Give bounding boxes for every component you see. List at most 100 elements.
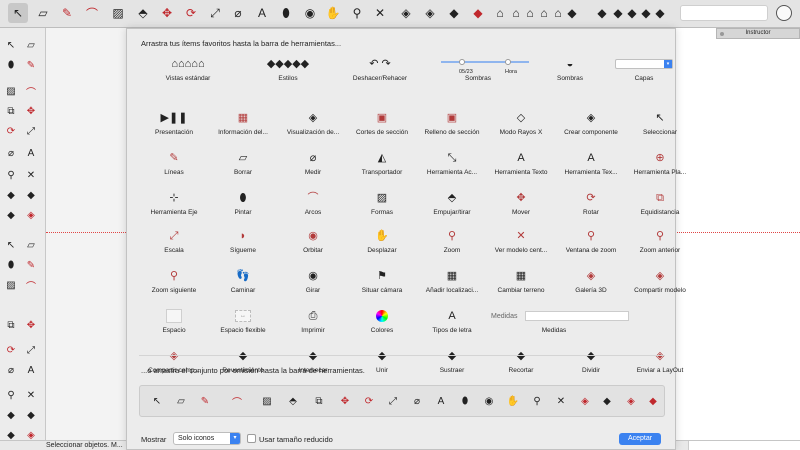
styles-icon[interactable]: ◆ — [562, 3, 582, 23]
palette-item[interactable]: ✎ Líneas — [139, 151, 209, 176]
move-icon[interactable]: ✥ — [24, 104, 38, 118]
rotate-icon[interactable]: ⟳ — [181, 3, 201, 23]
palette-item[interactable]: ⎙ Imprimir — [278, 309, 348, 334]
move-icon[interactable]: ✥ — [157, 3, 177, 23]
palette-item[interactable]: ◆ Recortar — [486, 349, 556, 374]
close-dot-icon[interactable] — [720, 32, 724, 36]
reduced-size-checkbox[interactable] — [247, 434, 256, 443]
zoom-extents-icon[interactable]: ✕ — [554, 394, 568, 408]
scale-icon[interactable]: ⤢ — [24, 124, 38, 138]
palette-item[interactable]: ⚲ Zoom — [417, 229, 487, 254]
tape-icon[interactable]: ⌀ — [228, 3, 248, 23]
palette-item[interactable]: ▣ Cortes de sección — [347, 111, 417, 136]
palette-item[interactable]: ◈ Galería 3D — [556, 269, 626, 294]
scale-icon[interactable]: ⤢ — [386, 394, 400, 408]
instructor-panel[interactable]: Instructor — [716, 28, 800, 39]
palette-item[interactable]: ◈ Enviar a LayOut — [625, 349, 695, 374]
measurements-box[interactable] — [688, 441, 800, 450]
palette-item[interactable]: ⌒ Arcos — [278, 191, 348, 216]
shape-icon[interactable]: ▨ — [108, 3, 128, 23]
look-around-icon[interactable]: ◆ — [24, 188, 38, 202]
show-mode-select[interactable]: Solo iconos ▾ — [173, 432, 241, 445]
walk-icon[interactable]: ◆ — [4, 188, 18, 202]
accept-button[interactable]: Aceptar — [619, 433, 661, 445]
offset-icon[interactable]: ⧉ — [4, 318, 18, 332]
zoom-extents-icon[interactable]: ✕ — [24, 388, 38, 402]
palette-item[interactable]: Medidas Medidas — [491, 309, 629, 334]
palette-item[interactable]: ◭ Transportador — [347, 151, 417, 176]
palette-item[interactable]: ⊹ Herramienta Eje — [139, 191, 209, 216]
ruby-icon[interactable]: ◆ — [468, 3, 488, 23]
hand-icon[interactable]: ✋ — [323, 3, 343, 23]
palette-item[interactable]: ⚑ Situar cámara — [347, 269, 417, 294]
top-search-field[interactable] — [680, 5, 768, 21]
palette-item[interactable]: ⚲ Ventana de zoom — [556, 229, 626, 254]
section-plane-icon[interactable]: ◆ — [4, 208, 18, 222]
palette-item[interactable]: ▣ Relleno de sección — [417, 111, 487, 136]
palette-item[interactable]: ⤢ Escala — [139, 229, 209, 254]
palette-item[interactable]: ⚲ Zoom anterior — [625, 229, 695, 254]
paint-icon[interactable]: ⬮ — [276, 3, 296, 23]
palette-item[interactable]: ▶❚❚ Presentación — [139, 111, 209, 136]
rotate-icon[interactable]: ⟳ — [362, 394, 376, 408]
move-icon[interactable]: ✥ — [338, 394, 352, 408]
palette-item[interactable]: ⤡ Herramienta Ac... — [417, 151, 487, 176]
palette-item[interactable]: ◉ Girar — [278, 269, 348, 294]
rotate-icon[interactable]: ⟳ — [4, 343, 18, 357]
scale-icon[interactable]: ⤢ — [24, 343, 38, 357]
share-icon[interactable]: ◈ — [420, 3, 440, 23]
orbit-icon[interactable]: ◉ — [300, 3, 320, 23]
pencil-icon[interactable]: ✎ — [57, 3, 77, 23]
eraser-icon[interactable]: ▱ — [24, 38, 38, 52]
pencil-icon[interactable]: ✎ — [24, 258, 38, 272]
arc-icon[interactable]: ⌒ — [82, 3, 102, 23]
zoom-icon[interactable]: ⚲ — [4, 168, 18, 182]
zoom-icon[interactable]: ⚲ — [347, 3, 367, 23]
date-slider[interactable] — [441, 59, 485, 65]
zoom-extents-icon[interactable]: ✕ — [370, 3, 390, 23]
palette-item[interactable]: ⬮ Pintar — [208, 191, 278, 216]
palette-item[interactable]: ⚲ Zoom siguiente — [139, 269, 209, 294]
palette-item[interactable]: 👣 Caminar — [208, 269, 278, 294]
scale-icon[interactable]: ⤢ — [205, 3, 225, 23]
arc-icon[interactable]: ⌒ — [24, 278, 38, 293]
palette-item[interactable]: ◆◆◆◆◆ Estilos — [253, 57, 323, 82]
palette-item[interactable]: ⌂⌂⌂⌂⌂ Vistas estándar — [153, 57, 223, 82]
ruby-icon[interactable]: ◆ — [646, 394, 660, 408]
text-icon[interactable]: A — [252, 3, 272, 23]
zoom-extents-icon[interactable]: ✕ — [24, 168, 38, 182]
orbit-icon[interactable]: ◉ — [482, 394, 496, 408]
palette-item[interactable]: ▦ Añadir localizaci... — [417, 269, 487, 294]
select-arrow-icon[interactable]: ↖ — [4, 38, 18, 52]
palette-item[interactable]: ◆ Sustraer — [417, 349, 487, 374]
palette-item[interactable]: ▾ Capas — [609, 57, 679, 82]
default-toolbar-set[interactable]: ↖ ▱ ✎ ⌒ ▨ ⬘ ⧉ ✥ ⟳ ⤢ ⌀ A ⬮ ◉ ✋ ⚲ ✕ ◈ ◆ ◈ ◆ — [139, 385, 665, 417]
send-to-layout-icon[interactable]: ◈ — [624, 394, 638, 408]
palette-item[interactable]: ✋ Desplazar — [347, 229, 417, 254]
eraser-icon[interactable]: ▱ — [24, 238, 38, 252]
palette-item[interactable]: ↔ Espacio flexible — [208, 309, 278, 334]
palette-item[interactable]: ↖ Seleccionar — [625, 111, 695, 136]
palette-item[interactable]: ◈ Visualización de... — [278, 111, 348, 136]
push-pull-icon[interactable]: ⬘ — [286, 394, 300, 408]
palette-item[interactable]: ↶ ↷ Deshacer/Rehacer — [345, 57, 415, 82]
tape-icon[interactable]: ⌀ — [4, 363, 18, 377]
3d-warehouse-icon[interactable]: ◈ — [578, 394, 592, 408]
rotate-icon[interactable]: ⟳ — [4, 124, 18, 138]
arc-icon[interactable]: ⌒ — [230, 394, 244, 409]
eraser-icon[interactable]: ▱ — [33, 3, 53, 23]
palette-item[interactable]: ◈ Compartir modelo — [625, 269, 695, 294]
walk-icon[interactable]: ◆ — [4, 408, 18, 422]
select-arrow-icon[interactable]: ↖ — [150, 394, 164, 408]
layers-dropdown[interactable]: ▾ — [615, 59, 673, 69]
shape-icon[interactable]: ▨ — [4, 84, 18, 98]
paint-icon[interactable]: ⬮ — [4, 58, 18, 72]
palette-item[interactable]: ◉ Orbitar — [278, 229, 348, 254]
palette-item[interactable]: Espacio — [139, 309, 209, 334]
user-avatar-icon[interactable] — [776, 5, 792, 21]
warehouse-icon[interactable]: ◈ — [396, 3, 416, 23]
eraser-icon[interactable]: ▱ — [174, 394, 188, 408]
palette-item[interactable]: A Herramienta Tex... — [556, 151, 626, 176]
palette-item[interactable]: ▦ Información del... — [208, 111, 278, 136]
move-icon[interactable]: ✥ — [24, 318, 38, 332]
